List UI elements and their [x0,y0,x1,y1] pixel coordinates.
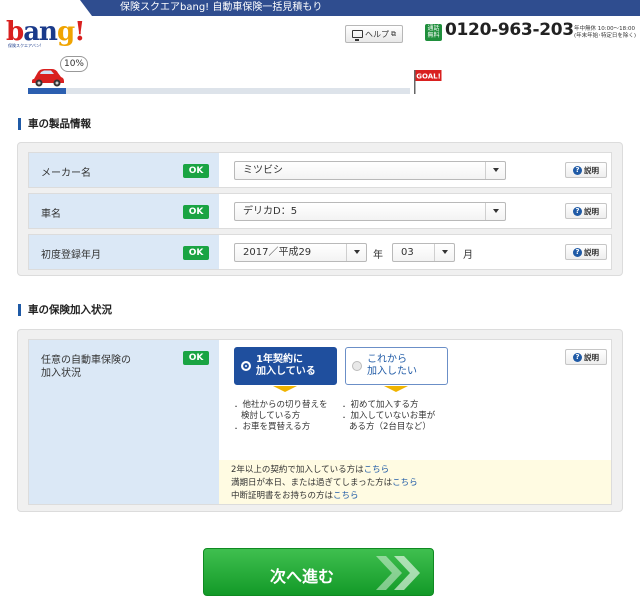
logo-subtitle: 保険スクエアバン! [8,43,42,48]
radio-unselected-icon [352,361,362,371]
choice-has-contract-line2: 加入している [256,366,316,377]
desc-off-line2: ．加入していないお車が [342,411,436,421]
first-registration-explain-button[interactable]: ? 説明 [565,244,607,260]
first-registration-row: 初度登録年月 OK 2017／平成29 年 03 月 ? 説明 [28,234,612,270]
hours-line-2: (年末年始･特定日を除く) [574,33,637,39]
note-3-text: 中断証明書をお持ちの方は [231,491,334,501]
desc-off-line3: ある方（2台目など） [349,422,431,432]
radio-selected-icon [241,361,251,371]
registration-year-select[interactable]: 2017／平成29 [234,243,367,262]
choice-want-line2: 加入したい [367,366,417,377]
maker-label: メーカー名 [41,168,91,179]
question-icon: ? [573,206,582,216]
registration-year-value: 2017／平成29 [243,247,312,258]
goal-label: GOAL! [416,73,441,81]
choice-has-1year-contract[interactable]: 1年契約に 加入している [234,347,337,385]
chevron-down-icon [485,203,505,220]
explain-label: 説明 [584,206,599,216]
maker-select[interactable]: ミツビシ [234,161,506,180]
insurance-status-explain-button[interactable]: ? 説明 [565,349,607,365]
chevron-down-icon [434,244,454,261]
chevron-down-icon [485,162,505,179]
car-name-label-cell: 車名 OK [29,194,219,228]
chevron-down-icon [346,244,366,261]
first-registration-ok-badge: OK [183,246,209,260]
note-1-link[interactable]: こちら [364,465,390,475]
next-button-label: 次へ進む [270,567,335,586]
car-name-label: 車名 [41,209,61,220]
choice-has-contract-description: ．他社からの切り替えを 検討している方 ．お車を買替える方 [234,400,328,433]
monitor-icon [352,30,363,41]
choice-on-pointer [273,386,297,392]
question-icon: ? [573,165,582,175]
explain-label: 説明 [584,247,599,257]
note-2-text: 満期日が本日、または過ぎてしまった方は [231,478,393,488]
next-button[interactable]: 次へ進む [203,548,434,596]
double-chevron-right-icon [376,556,420,590]
year-unit: 年 [373,250,383,261]
choice-off-pointer [384,386,408,392]
bang-logo[interactable]: bang! 保険スクエアバン! [6,17,86,51]
registration-month-value: 03 [401,247,414,258]
desc-off-line1: ．初めて加入する方 [342,400,419,410]
car-name-select[interactable]: デリカD：5 [234,202,506,221]
choice-want-to-join-label: これから 加入したい [367,354,417,378]
car-name-explain-button[interactable]: ? 説明 [565,203,607,219]
first-registration-label: 初度登録年月 [41,250,101,261]
progress-percent-bubble: 10% [60,56,88,72]
progress-fill [28,88,67,94]
note-line-1: 2年以上の契約で加入している方はこちら [231,463,389,475]
maker-select-value: ミツビシ [243,165,283,176]
insurance-status-ok-badge: OK [183,351,209,365]
maker-ok-badge: OK [183,164,209,178]
business-hours: 年中無休 10:00～18:00 (年末年始･特定日を除く) [574,26,636,40]
section-title-insurance-status: 車の保険加入状況 [18,304,112,316]
choice-want-description: ．初めて加入する方 ．加入していないお車が ある方（2台目など） [342,400,435,433]
phone-number[interactable]: 0120-963-203 [445,20,574,40]
goal-flag-icon: GOAL! [414,70,442,94]
explain-label: 説明 [584,352,599,362]
insurance-status-label-cell: 任意の自動車保険の 加入状況 OK [29,340,219,504]
choice-has-contract-line1: 1年契約に [256,354,303,365]
desc-on-line1: ．他社からの切り替えを [234,400,328,410]
desc-on-line2: 検討している方 [241,411,301,421]
insurance-status-row: 任意の自動車保険の 加入状況 OK 1年契約に 加入している これから 加入した… [28,339,612,505]
progress-track [28,88,410,94]
insurance-status-label-line2: 加入状況 [41,368,81,379]
page-title: 保険スクエアbang! 自動車保険一括見積もり [120,2,323,13]
insurance-note-box: 2年以上の契約で加入している方はこちら 満期日が本日、または過ぎてしまった方はこ… [219,460,611,504]
first-registration-label-cell: 初度登録年月 OK [29,235,219,269]
site-header: bang! 保険スクエアバン! ヘルプ ⧉ 通話無料 0120-963-203 … [0,16,640,50]
note-2-link[interactable]: こちら [392,478,418,488]
maker-explain-button[interactable]: ? 説明 [565,162,607,178]
note-line-2: 満期日が本日、または過ぎてしまった方はこちら [231,476,418,488]
top-bar: 保険スクエアbang! 自動車保険一括見積もり [0,0,640,16]
choice-want-line1: これから [367,354,407,365]
maker-row: メーカー名 OK ミツビシ ? 説明 [28,152,612,188]
note-1-text: 2年以上の契約で加入している方は [231,465,364,475]
choice-has-contract-label: 1年契約に 加入している [256,354,316,378]
section-title-vehicle-info: 車の製品情報 [18,118,91,130]
month-unit: 月 [463,250,473,261]
car-name-select-value: デリカD：5 [243,206,298,217]
hours-line-1: 年中無休 10:00～18:00 [574,26,635,32]
desc-on-line3: ．お車を買替える方 [234,422,311,432]
question-icon: ? [573,352,582,362]
vehicle-info-panel: メーカー名 OK ミツビシ ? 説明 車名 OK デリカD：5 ? 説明 初度登… [17,142,623,276]
registration-month-select[interactable]: 03 [392,243,455,262]
car-name-row: 車名 OK デリカD：5 ? 説明 [28,193,612,229]
progress-area: 10% GOAL! [28,52,613,96]
help-label: ヘルプ [365,29,389,39]
explain-label: 説明 [584,165,599,175]
question-icon: ? [573,247,582,257]
note-line-3: 中断証明書をお持ちの方はこちら [231,489,359,501]
help-button[interactable]: ヘルプ ⧉ [345,25,403,43]
toll-free-badge: 通話無料 [425,24,442,41]
car-name-ok-badge: OK [183,205,209,219]
insurance-status-panel: 任意の自動車保険の 加入状況 OK 1年契約に 加入している これから 加入した… [17,329,623,512]
choice-want-to-join[interactable]: これから 加入したい [345,347,448,385]
maker-label-cell: メーカー名 OK [29,153,219,187]
external-window-icon: ⧉ [391,29,396,38]
note-3-link[interactable]: こちら [333,491,359,501]
